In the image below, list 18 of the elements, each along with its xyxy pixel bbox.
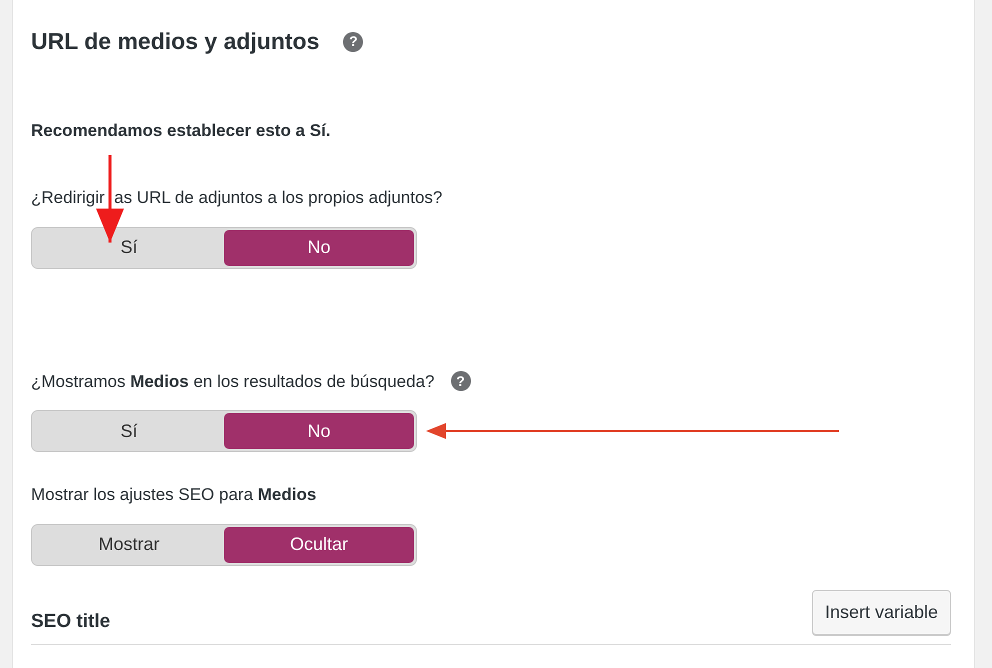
toggle-option[interactable]: No: [224, 230, 414, 266]
setting-label: ¿Mostramos Medios en los resultados de búsqueda?: [31, 370, 434, 393]
toggle-option[interactable]: No: [224, 413, 414, 450]
recommendation-text: Recomendamos establecer esto a Sí.: [31, 120, 332, 142]
help-icon[interactable]: ?: [343, 32, 364, 52]
section-title: URL de medios y adjuntos: [31, 28, 320, 56]
help-icon[interactable]: ?: [450, 371, 470, 392]
toggle-switch[interactable]: Sí No: [31, 410, 417, 452]
toggle-switch[interactable]: Sí No: [31, 226, 417, 269]
toggle-option[interactable]: Ocultar: [224, 526, 414, 563]
setting-label: Mostrar los ajustes SEO para Medios: [31, 484, 316, 506]
toggle-option[interactable]: Mostrar: [34, 526, 224, 563]
toggle-option[interactable]: Sí: [34, 230, 224, 266]
field-label: SEO title: [31, 610, 110, 634]
setting-label: ¿Redirigir as URL de adjuntos a los propios adjuntos?: [31, 187, 442, 210]
toggle-option[interactable]: Sí: [34, 413, 224, 450]
toggle-switch[interactable]: Mostrar Ocultar: [31, 524, 417, 566]
insert-variable-button[interactable]: Insert variable: [812, 590, 951, 636]
